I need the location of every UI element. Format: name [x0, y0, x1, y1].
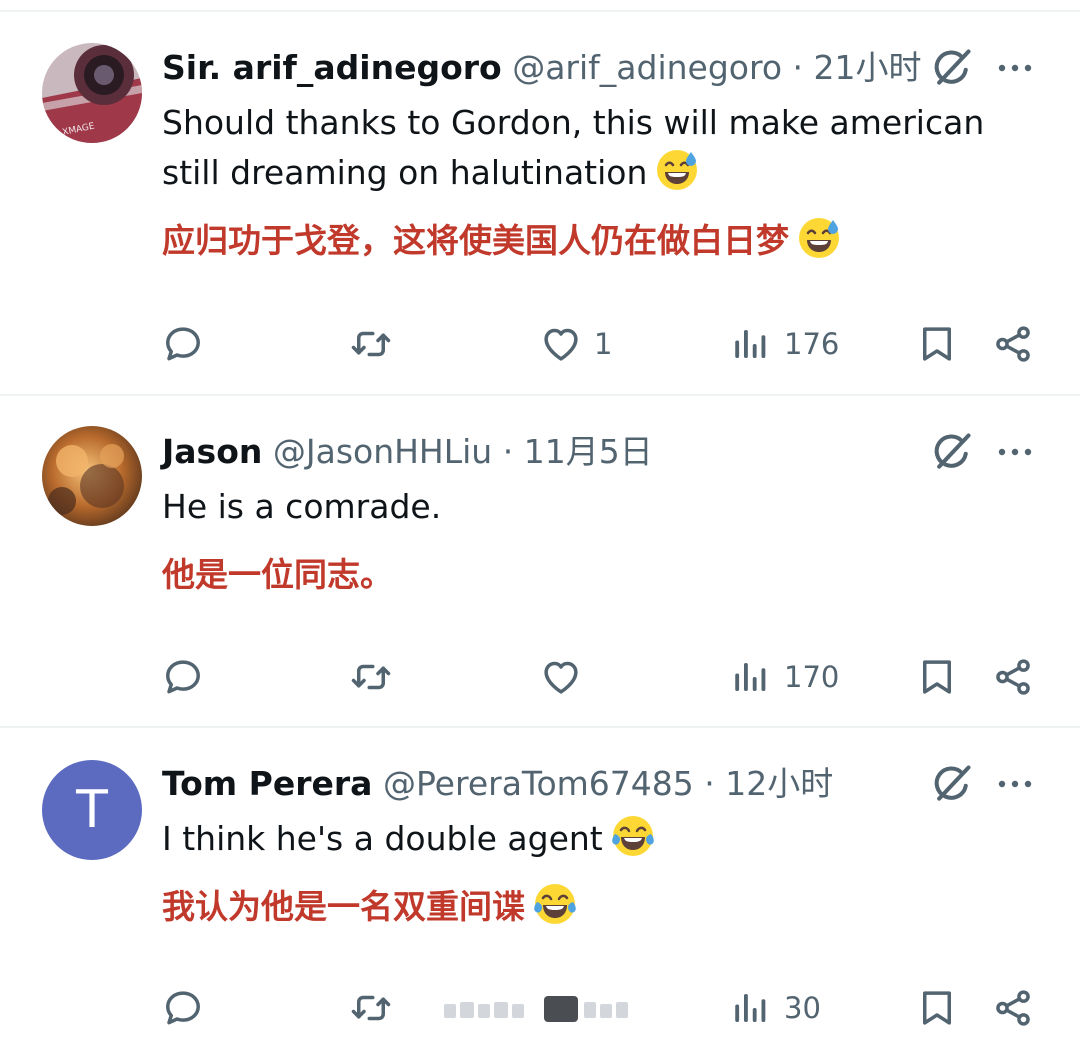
tweet-text-line: I think he's a double agent [162, 819, 603, 858]
reply-button[interactable] [162, 652, 204, 702]
bookmark-icon [916, 987, 958, 1029]
views-button[interactable]: 170 [730, 652, 839, 702]
retweet-button[interactable] [350, 983, 392, 1033]
tweet-text: Should thanks to Gordon, this will make … [162, 98, 1022, 198]
avatar-image [42, 426, 142, 526]
views-icon [730, 323, 772, 365]
view-count: 170 [784, 660, 840, 694]
avatar-letter: T [76, 780, 108, 840]
translation-line: 他是一位同志。 [162, 555, 393, 594]
tweet-header: Sir. arif_adinegoro @arif_adinegoro · 21… [162, 46, 922, 90]
tweet-text-line: He is a comrade. [162, 487, 442, 526]
reply-tweet[interactable]: XMAGE Sir. arif_adinegoro @arif_adinegor… [0, 12, 1080, 396]
display-name[interactable]: Tom Perera [162, 764, 372, 803]
share-button[interactable] [992, 319, 1034, 369]
separator: · [502, 432, 514, 471]
bookmark-icon [916, 323, 958, 365]
action-bar: 1 176 [162, 319, 1062, 369]
tweet-header: Tom Perera @PereraTom67485 · 12小时 [162, 762, 833, 806]
view-count: 176 [784, 327, 840, 361]
tweet-text: He is a comrade. [162, 482, 1022, 532]
share-icon [992, 987, 1034, 1029]
translation-text: 他是一位同志。 [162, 550, 1022, 600]
views-button[interactable]: 30 [730, 983, 821, 1033]
views-button[interactable]: 176 [730, 319, 839, 369]
like-count: 1 [594, 327, 613, 361]
avatar[interactable] [42, 426, 142, 526]
avatar-image: XMAGE [42, 43, 142, 143]
separator: · [704, 764, 715, 803]
tears-of-joy-emoji-icon [611, 814, 655, 858]
watermark-image [444, 996, 628, 1022]
share-icon [992, 323, 1034, 365]
retweet-icon [350, 323, 392, 365]
user-handle[interactable]: @JasonHHLiu [273, 432, 492, 471]
views-icon [730, 656, 772, 698]
reply-icon [162, 323, 204, 365]
reply-icon [162, 656, 204, 698]
like-icon [540, 656, 582, 698]
tweet-text-line: still dreaming on halutination [162, 153, 648, 192]
grok-icon[interactable] [930, 430, 974, 474]
view-count: 30 [784, 991, 821, 1025]
translation-line: 我认为他是一名双重间谍 [162, 887, 525, 926]
like-button[interactable]: 1 [540, 319, 612, 369]
timestamp[interactable]: 21小时 [814, 48, 922, 87]
reply-button[interactable] [162, 983, 204, 1033]
translation-text: 我认为他是一名双重间谍 [162, 882, 1022, 932]
more-icon[interactable] [997, 58, 1033, 78]
display-name[interactable]: Sir. arif_adinegoro [162, 48, 502, 87]
translation-line: 应归功于戈登，这将使美国人仍在做白日梦 [162, 221, 789, 260]
timestamp[interactable]: 11月5日 [524, 432, 653, 471]
reply-tweet[interactable]: Jason @JasonHHLiu · 11月5日 He is a comrad… [0, 396, 1080, 728]
share-button[interactable] [992, 652, 1034, 702]
retweet-icon [350, 656, 392, 698]
like-button[interactable] [540, 652, 594, 702]
more-icon[interactable] [997, 774, 1033, 794]
grok-icon[interactable] [930, 46, 974, 90]
bookmark-button[interactable] [916, 319, 958, 369]
grok-icon[interactable] [930, 762, 974, 806]
tweet-text: I think he's a double agent [162, 814, 1022, 864]
views-icon [730, 987, 772, 1029]
share-button[interactable] [992, 983, 1034, 1033]
more-icon[interactable] [997, 442, 1033, 462]
reply-button[interactable] [162, 319, 204, 369]
sweat-smile-emoji-icon [655, 148, 699, 192]
display-name[interactable]: Jason [162, 432, 262, 471]
bookmark-button[interactable] [916, 983, 958, 1033]
tweet-text-line: Should thanks to Gordon, this will make … [162, 103, 985, 142]
bookmark-button[interactable] [916, 652, 958, 702]
separator: · [792, 48, 804, 87]
tweet-header: Jason @JasonHHLiu · 11月5日 [162, 430, 653, 474]
like-icon [540, 323, 582, 365]
reply-tweet[interactable]: T Tom Perera @PereraTom67485 · 12小时 I th… [0, 728, 1080, 1041]
tears-of-joy-emoji-icon [533, 882, 577, 926]
bookmark-icon [916, 656, 958, 698]
retweet-button[interactable] [350, 319, 392, 369]
translation-text: 应归功于戈登，这将使美国人仍在做白日梦 [162, 216, 1022, 266]
avatar[interactable]: XMAGE [42, 43, 142, 143]
retweet-button[interactable] [350, 652, 392, 702]
reply-icon [162, 987, 204, 1029]
avatar[interactable]: T [42, 760, 142, 860]
user-handle[interactable]: @PereraTom67485 [383, 764, 694, 803]
retweet-icon [350, 987, 392, 1029]
share-icon [992, 656, 1034, 698]
sweat-smile-emoji-icon [797, 216, 841, 260]
user-handle[interactable]: @arif_adinegoro [512, 48, 782, 87]
timestamp[interactable]: 12小时 [725, 764, 833, 803]
action-bar: 170 [162, 652, 1062, 702]
